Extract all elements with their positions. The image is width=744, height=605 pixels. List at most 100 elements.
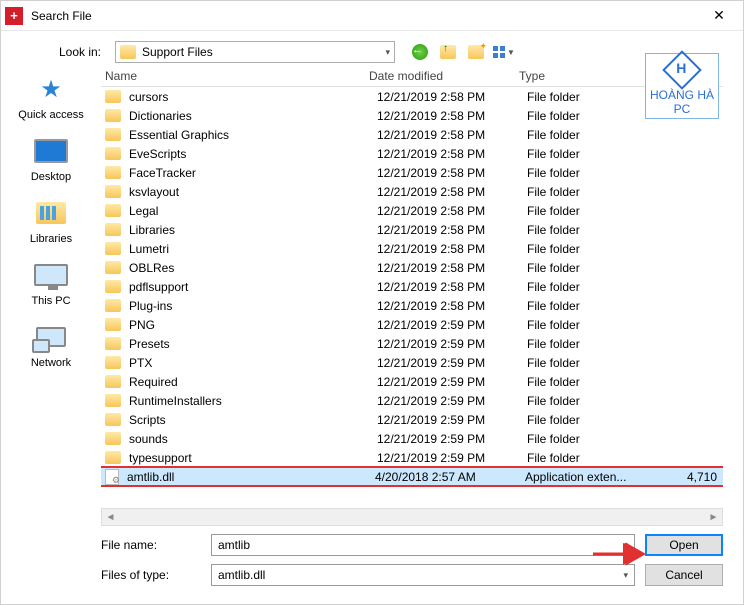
file-date: 12/21/2019 2:58 PM <box>377 280 527 294</box>
file-date: 12/21/2019 2:58 PM <box>377 147 527 161</box>
file-date: 12/21/2019 2:58 PM <box>377 299 527 313</box>
file-type: File folder <box>527 128 647 142</box>
file-type: File folder <box>527 337 647 351</box>
chevron-down-icon[interactable]: ▾ <box>623 570 628 581</box>
sidebar-item-desktop[interactable]: Desktop <box>31 135 71 183</box>
file-date: 12/21/2019 2:59 PM <box>377 432 527 446</box>
list-item[interactable]: cursors12/21/2019 2:58 PMFile folder <box>101 87 723 106</box>
file-type: File folder <box>527 147 647 161</box>
file-name: pdflsupport <box>129 280 377 294</box>
view-menu-button[interactable]: ▼ <box>495 43 513 61</box>
sidebar-item-libraries[interactable]: Libraries <box>30 197 72 245</box>
list-item[interactable]: typesupport12/21/2019 2:59 PMFile folder <box>101 448 723 467</box>
list-item[interactable]: PTX12/21/2019 2:59 PMFile folder <box>101 353 723 372</box>
file-type: File folder <box>527 242 647 256</box>
list-item[interactable]: EveScripts12/21/2019 2:58 PMFile folder <box>101 144 723 163</box>
folder-icon <box>105 318 121 331</box>
file-date: 12/21/2019 2:59 PM <box>377 318 527 332</box>
list-item[interactable]: Presets12/21/2019 2:59 PMFile folder <box>101 334 723 353</box>
file-type: File folder <box>527 261 647 275</box>
lookin-combo[interactable]: Support Files ▾ <box>115 41 395 63</box>
cancel-button[interactable]: Cancel <box>645 564 723 586</box>
list-item[interactable]: OBLRes12/21/2019 2:58 PMFile folder <box>101 258 723 277</box>
folder-icon <box>105 242 121 255</box>
file-name: Plug-ins <box>129 299 377 313</box>
list-item[interactable]: Lumetri12/21/2019 2:58 PMFile folder <box>101 239 723 258</box>
file-date: 12/21/2019 2:59 PM <box>377 356 527 370</box>
file-type: File folder <box>527 356 647 370</box>
folder-icon <box>105 451 121 464</box>
file-name: amtlib.dll <box>127 470 375 484</box>
list-item[interactable]: ksvlayout12/21/2019 2:58 PMFile folder <box>101 182 723 201</box>
file-date: 12/21/2019 2:59 PM <box>377 337 527 351</box>
list-item[interactable]: amtlib.dll4/20/2018 2:57 AMApplication e… <box>101 467 723 486</box>
file-name: Required <box>129 375 377 389</box>
file-date: 12/21/2019 2:58 PM <box>377 223 527 237</box>
nav-toolbar: ← ▼ <box>411 43 513 61</box>
file-size: 4,710 <box>645 470 723 484</box>
file-type: File folder <box>527 413 647 427</box>
folder-icon <box>105 223 121 236</box>
file-name: sounds <box>129 432 377 446</box>
file-type: File folder <box>527 280 647 294</box>
list-item[interactable]: Libraries12/21/2019 2:58 PMFile folder <box>101 220 723 239</box>
list-item[interactable]: Essential Graphics12/21/2019 2:58 PMFile… <box>101 125 723 144</box>
file-name: Scripts <box>129 413 377 427</box>
folder-icon <box>120 45 136 59</box>
file-type: File folder <box>527 109 647 123</box>
column-headers[interactable]: Name Date modified Type Size <box>101 65 723 87</box>
filetype-value: amtlib.dll <box>218 568 265 582</box>
sidebar-item-this-pc[interactable]: This PC <box>31 259 70 307</box>
list-item[interactable]: FaceTracker12/21/2019 2:58 PMFile folder <box>101 163 723 182</box>
file-type: File folder <box>527 223 647 237</box>
app-icon: + <box>5 7 23 25</box>
lookin-label: Look in: <box>17 45 107 59</box>
close-button[interactable]: ✕ <box>699 1 739 31</box>
window-title: Search File <box>31 9 699 23</box>
folder-icon <box>105 109 121 122</box>
list-item[interactable]: Dictionaries12/21/2019 2:58 PMFile folde… <box>101 106 723 125</box>
file-list[interactable]: cursors12/21/2019 2:58 PMFile folderDict… <box>101 87 723 506</box>
file-date: 12/21/2019 2:59 PM <box>377 375 527 389</box>
up-one-level-button[interactable] <box>439 43 457 61</box>
sidebar-item-quick-access[interactable]: ★Quick access <box>18 73 83 121</box>
list-item[interactable]: Required12/21/2019 2:59 PMFile folder <box>101 372 723 391</box>
folder-icon <box>105 394 121 407</box>
chevron-down-icon: ▾ <box>385 47 390 58</box>
file-date: 12/21/2019 2:58 PM <box>377 128 527 142</box>
list-item[interactable]: pdflsupport12/21/2019 2:58 PMFile folder <box>101 277 723 296</box>
file-date: 4/20/2018 2:57 AM <box>375 470 525 484</box>
list-item[interactable]: RuntimeInstallers12/21/2019 2:59 PMFile … <box>101 391 723 410</box>
header-name[interactable]: Name <box>105 69 369 83</box>
list-item[interactable]: sounds12/21/2019 2:59 PMFile folder <box>101 429 723 448</box>
new-folder-button[interactable] <box>467 43 485 61</box>
filename-label: File name: <box>101 538 201 552</box>
scroll-right-icon[interactable]: ► <box>705 509 722 525</box>
list-item[interactable]: PNG12/21/2019 2:59 PMFile folder <box>101 315 723 334</box>
file-type: File folder <box>527 166 647 180</box>
file-type: File folder <box>527 375 647 389</box>
chevron-down-icon[interactable]: ▾ <box>623 540 628 551</box>
folder-icon <box>105 147 121 160</box>
folder-icon <box>105 375 121 388</box>
horizontal-scrollbar[interactable]: ◄ ► <box>101 508 723 526</box>
list-item[interactable]: Plug-ins12/21/2019 2:58 PMFile folder <box>101 296 723 315</box>
sidebar-item-network[interactable]: Network <box>31 321 71 369</box>
folder-icon <box>105 204 121 217</box>
header-type[interactable]: Type <box>519 69 639 83</box>
filetype-combo[interactable]: amtlib.dll ▾ <box>211 564 635 586</box>
header-date[interactable]: Date modified <box>369 69 519 83</box>
lookin-value: Support Files <box>142 45 385 59</box>
open-button[interactable]: Open <box>645 534 723 556</box>
file-name: Essential Graphics <box>129 128 377 142</box>
list-item[interactable]: Legal12/21/2019 2:58 PMFile folder <box>101 201 723 220</box>
file-date: 12/21/2019 2:58 PM <box>377 109 527 123</box>
folder-icon <box>105 337 121 350</box>
scroll-left-icon[interactable]: ◄ <box>102 509 119 525</box>
folder-icon <box>105 280 121 293</box>
list-item[interactable]: Scripts12/21/2019 2:59 PMFile folder <box>101 410 723 429</box>
folder-icon <box>105 299 121 312</box>
nav-back-button[interactable]: ← <box>411 43 429 61</box>
file-type: File folder <box>527 394 647 408</box>
filename-input[interactable]: amtlib ▾ <box>211 534 635 556</box>
